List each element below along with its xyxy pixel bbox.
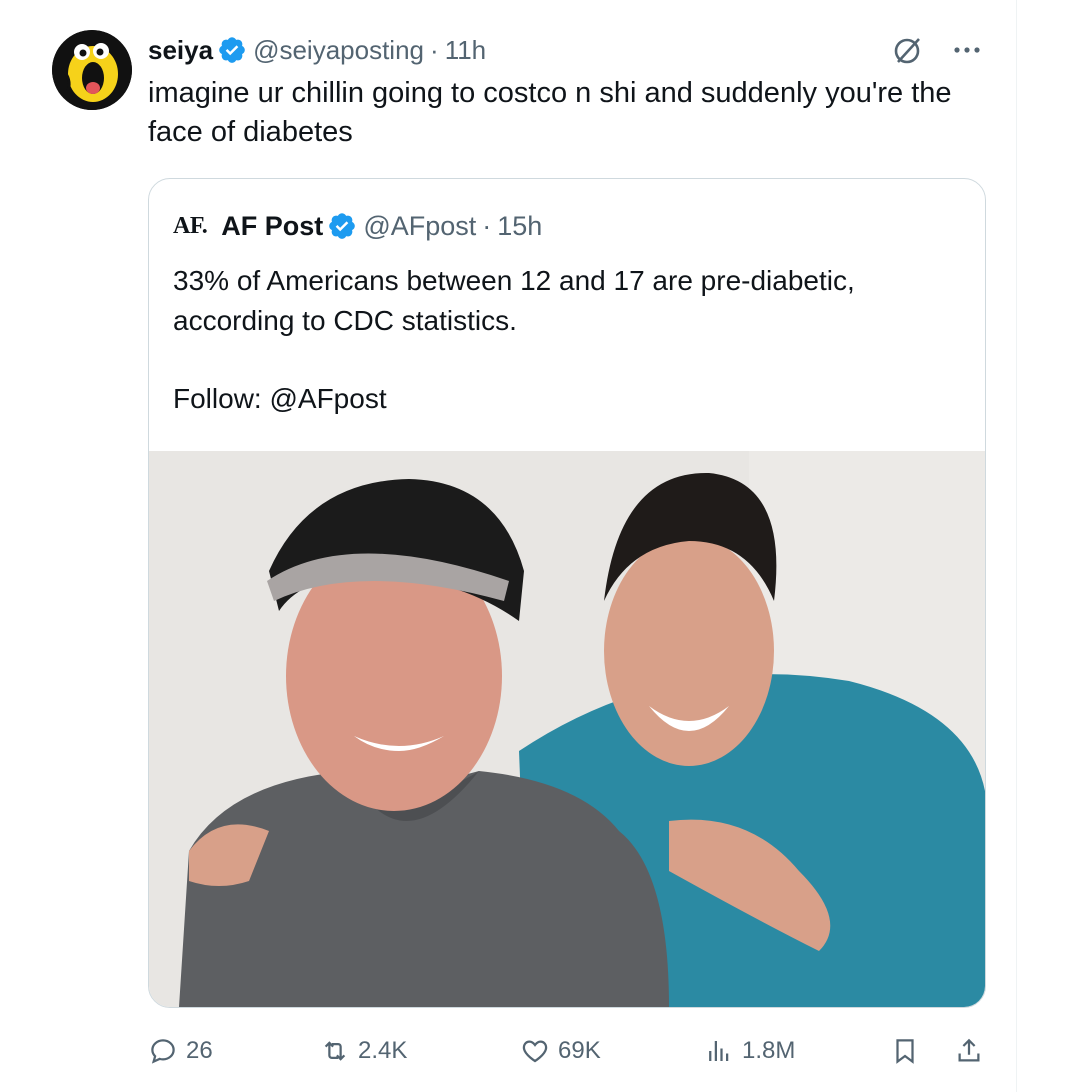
separator-dot: · (430, 34, 439, 65)
cartoon-face-avatar-icon (52, 30, 132, 110)
af-post-logo: AF. (173, 212, 208, 239)
views-button[interactable]: 1.8M (704, 1030, 795, 1072)
heart-icon (522, 1040, 548, 1063)
reply-count: 26 (186, 1037, 213, 1064)
like-button[interactable]: 69K (520, 1030, 601, 1072)
tweet-header: seiya @seiyaposting · 11h (148, 32, 486, 68)
quoted-tweet-card[interactable]: AF. AF Post @AFpost · 15h 33% of America… (148, 178, 986, 1008)
author-avatar[interactable] (52, 30, 132, 110)
quoted-follow-text: Follow: @AFpost (173, 383, 387, 414)
grok-icon[interactable] (890, 32, 926, 68)
like-count: 69K (558, 1037, 601, 1064)
tweet-action-bar: 26 2.4K 69K 1.8M (148, 1030, 988, 1072)
bookmark-icon (896, 1039, 914, 1064)
separator-dot: · (482, 210, 492, 241)
share-icon (958, 1038, 980, 1062)
author-name[interactable]: seiya (148, 35, 213, 66)
reply-button[interactable]: 26 (148, 1030, 213, 1072)
quoted-tweet-time[interactable]: 15h (497, 211, 542, 242)
views-chart-icon (709, 1041, 729, 1061)
quoted-author-name[interactable]: AF Post (221, 211, 323, 242)
more-options-icon[interactable] (950, 33, 984, 67)
quoted-tweet-header: AF. AF Post @AFpost · 15h (173, 209, 542, 243)
quoted-tweet-text: 33% of Americans between 12 and 17 are p… (173, 265, 855, 336)
quoted-author-handle[interactable]: @AFpost (363, 211, 476, 242)
verified-badge-icon (329, 213, 356, 239)
tweet-top-actions (890, 32, 984, 68)
verified-badge-icon (219, 37, 245, 63)
repost-count: 2.4K (358, 1037, 408, 1064)
reply-icon (151, 1039, 175, 1064)
repost-button[interactable]: 2.4K (320, 1030, 407, 1072)
author-handle[interactable]: @seiyaposting (253, 35, 424, 66)
share-button[interactable] (954, 1030, 992, 1072)
bookmark-button[interactable] (890, 1030, 928, 1072)
repost-icon (324, 1041, 346, 1061)
tweet-time[interactable]: 11h (445, 35, 486, 66)
timeline-divider (1016, 0, 1017, 1092)
view-count: 1.8M (742, 1037, 796, 1064)
tweet-text: imagine ur chillin going to costco n shi… (148, 77, 952, 148)
quoted-tweet-photo[interactable] (149, 451, 985, 1007)
